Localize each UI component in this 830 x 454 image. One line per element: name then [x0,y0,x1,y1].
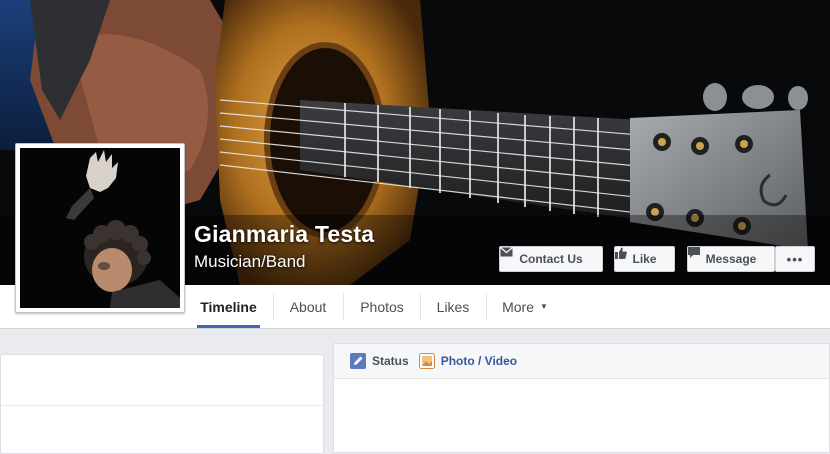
tab-label: More [502,298,534,315]
tab-about[interactable]: About [280,285,336,328]
tab-likes[interactable]: Likes [428,285,478,328]
caret-down-icon: ▼ [539,302,548,311]
left-column-card [0,354,324,454]
facebook-page: Gianmaria Testa Musician/Band Contact Us… [0,0,830,454]
tab-timeline[interactable]: Timeline [197,285,260,328]
tab-label: About [289,298,327,315]
like-button[interactable]: Like [614,246,675,272]
like-label: Like [632,252,657,266]
composer-tabs: Status Photo / Video [334,344,829,379]
thumbs-up-icon [615,247,627,259]
tab-divider [343,293,344,320]
tab-label: Likes [436,298,470,315]
more-actions-label: ••• [786,251,804,267]
contact-us-label: Contact Us [519,252,583,266]
status-tab[interactable]: Status [350,353,409,369]
envelope-icon [500,247,513,257]
photo-icon [418,353,435,369]
tab-label: Timeline [200,298,257,315]
tab-photos[interactable]: Photos [352,285,412,328]
message-button[interactable]: Message [687,246,775,272]
tab-label: Photos [360,298,404,315]
profile-photo-image [20,148,180,308]
message-label: Message [705,252,757,266]
photo-video-tab[interactable]: Photo / Video [418,353,518,369]
post-composer: Status Photo / Video [333,343,830,453]
contact-us-button[interactable]: Contact Us [499,246,603,272]
more-actions-button[interactable]: ••• [775,246,815,272]
pencil-icon [350,353,366,369]
tab-divider [420,293,421,320]
tab-divider [486,293,487,320]
speech-bubble-icon [688,247,700,258]
status-label: Status [372,354,409,368]
page-title[interactable]: Gianmaria Testa [194,221,374,248]
card-divider [1,405,323,406]
tab-divider [273,293,274,320]
photo-video-label: Photo / Video [440,354,518,368]
profile-picture[interactable] [15,143,185,313]
tab-more[interactable]: More ▼ [494,285,556,328]
